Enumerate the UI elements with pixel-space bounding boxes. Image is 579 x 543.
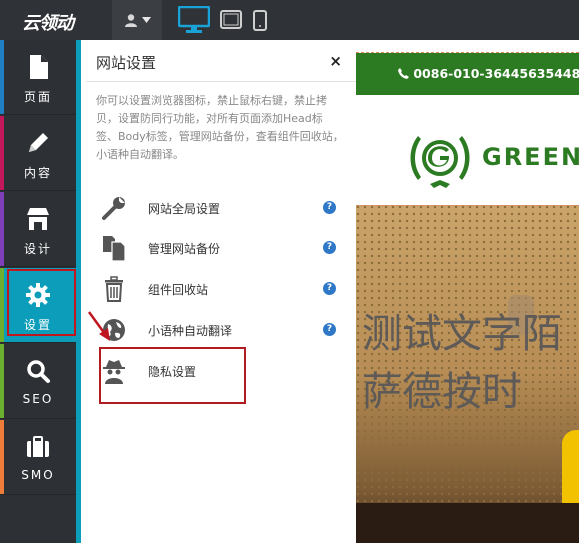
page-icon — [30, 55, 48, 79]
panel-title: 网站设置 — [96, 54, 157, 72]
sidebar-item-label: 内容 — [23, 166, 52, 180]
store-icon — [27, 208, 49, 230]
menu-item-label: 管理网站备份 — [148, 242, 221, 256]
preview-section-border — [356, 40, 579, 53]
caret-down-icon — [141, 17, 151, 23]
user-menu-button[interactable] — [112, 0, 162, 40]
divider — [86, 81, 356, 82]
hero-text-line1: 测试文字陌 — [362, 311, 562, 357]
help-icon[interactable]: ? — [323, 201, 336, 214]
sidebar-item-settings[interactable]: 设置 — [0, 268, 76, 343]
sidebar-item-page[interactable]: 页面 — [0, 40, 76, 115]
menu-item-privacy-settings[interactable]: 隐私设置 — [96, 357, 341, 387]
hero-figure — [562, 430, 579, 510]
backup-icon — [103, 236, 126, 262]
main-sidebar: 页面 内容 设计 设置 SEO SMO — [0, 40, 76, 543]
sidebar-stripe — [0, 344, 4, 418]
sidebar-stripe — [0, 420, 4, 494]
preview-header-bar[interactable]: 0086-010-36445635448 — [356, 53, 579, 95]
panel-description: 你可以设置浏览器图标，禁止鼠标右键，禁止拷贝，设置防同行功能，对所有页面添加He… — [96, 94, 344, 161]
hero-section-border — [356, 205, 579, 206]
search-icon — [27, 360, 50, 383]
hero-bottom-strip — [356, 503, 579, 543]
phone-number-text: 0086-010-36445635448 — [413, 66, 579, 81]
sidebar-item-label: SEO — [22, 392, 54, 406]
hero-text: 测试文字陌 萨德按时 — [362, 305, 579, 421]
sidebar-item-label: SMO — [21, 468, 55, 482]
spy-icon — [103, 360, 125, 384]
hero-text-line2: 萨德按时 — [362, 369, 522, 415]
mobile-icon[interactable] — [253, 6, 267, 34]
trash-icon — [105, 276, 123, 302]
hero-banner[interactable]: 测试文字陌 萨德按时 — [356, 205, 579, 543]
menu-item-label: 组件回收站 — [148, 283, 209, 297]
website-preview[interactable]: 0086-010-36445635448 GREEN 测试文字陌 萨德按时 — [356, 40, 579, 543]
menu-item-backup[interactable]: 管理网站备份 ? — [96, 234, 341, 264]
briefcase-icon — [27, 436, 49, 457]
sidebar-item-label: 页面 — [23, 90, 52, 104]
sidebar-item-label: 设计 — [23, 242, 52, 256]
sidebar-item-design[interactable]: 设计 — [0, 192, 76, 267]
green-logo-text: GREEN — [482, 143, 579, 171]
brand-logo[interactable]: 云领动 — [22, 9, 74, 35]
desktop-icon[interactable] — [178, 6, 210, 34]
phone-number: 0086-010-36445635448 — [398, 66, 579, 81]
help-icon[interactable]: ? — [323, 241, 336, 254]
pencil-icon — [29, 133, 48, 152]
user-icon — [124, 14, 137, 27]
menu-item-label: 隐私设置 — [148, 365, 197, 379]
top-bar: 云领动 — [0, 0, 579, 40]
gear-icon — [26, 283, 50, 307]
help-icon[interactable]: ? — [323, 282, 336, 295]
settings-panel: 网站设置 × 你可以设置浏览器图标，禁止鼠标右键，禁止拷贝，设置防同行功能，对所… — [76, 40, 356, 543]
tablet-icon[interactable] — [220, 6, 242, 34]
menu-item-recycle-bin[interactable]: 组件回收站 ? — [96, 275, 341, 305]
menu-item-global-settings[interactable]: 网站全局设置 ? — [96, 194, 341, 224]
menu-item-auto-translate[interactable]: 小语种自动翻译 ? — [96, 316, 341, 346]
menu-item-label: 小语种自动翻译 — [148, 324, 233, 338]
green-logo-emblem[interactable] — [404, 122, 476, 194]
help-icon[interactable]: ? — [323, 323, 336, 336]
sidebar-item-content[interactable]: 内容 — [0, 116, 76, 191]
menu-item-label: 网站全局设置 — [148, 202, 221, 216]
wrench-icon — [102, 197, 125, 220]
red-arrow-annotation — [87, 311, 110, 341]
sidebar-item-smo[interactable]: SMO — [0, 420, 76, 495]
sidebar-item-label: 设置 — [23, 318, 52, 332]
phone-icon — [398, 68, 409, 79]
sidebar-item-seo[interactable]: SEO — [0, 344, 76, 419]
close-button[interactable]: × — [329, 52, 342, 70]
